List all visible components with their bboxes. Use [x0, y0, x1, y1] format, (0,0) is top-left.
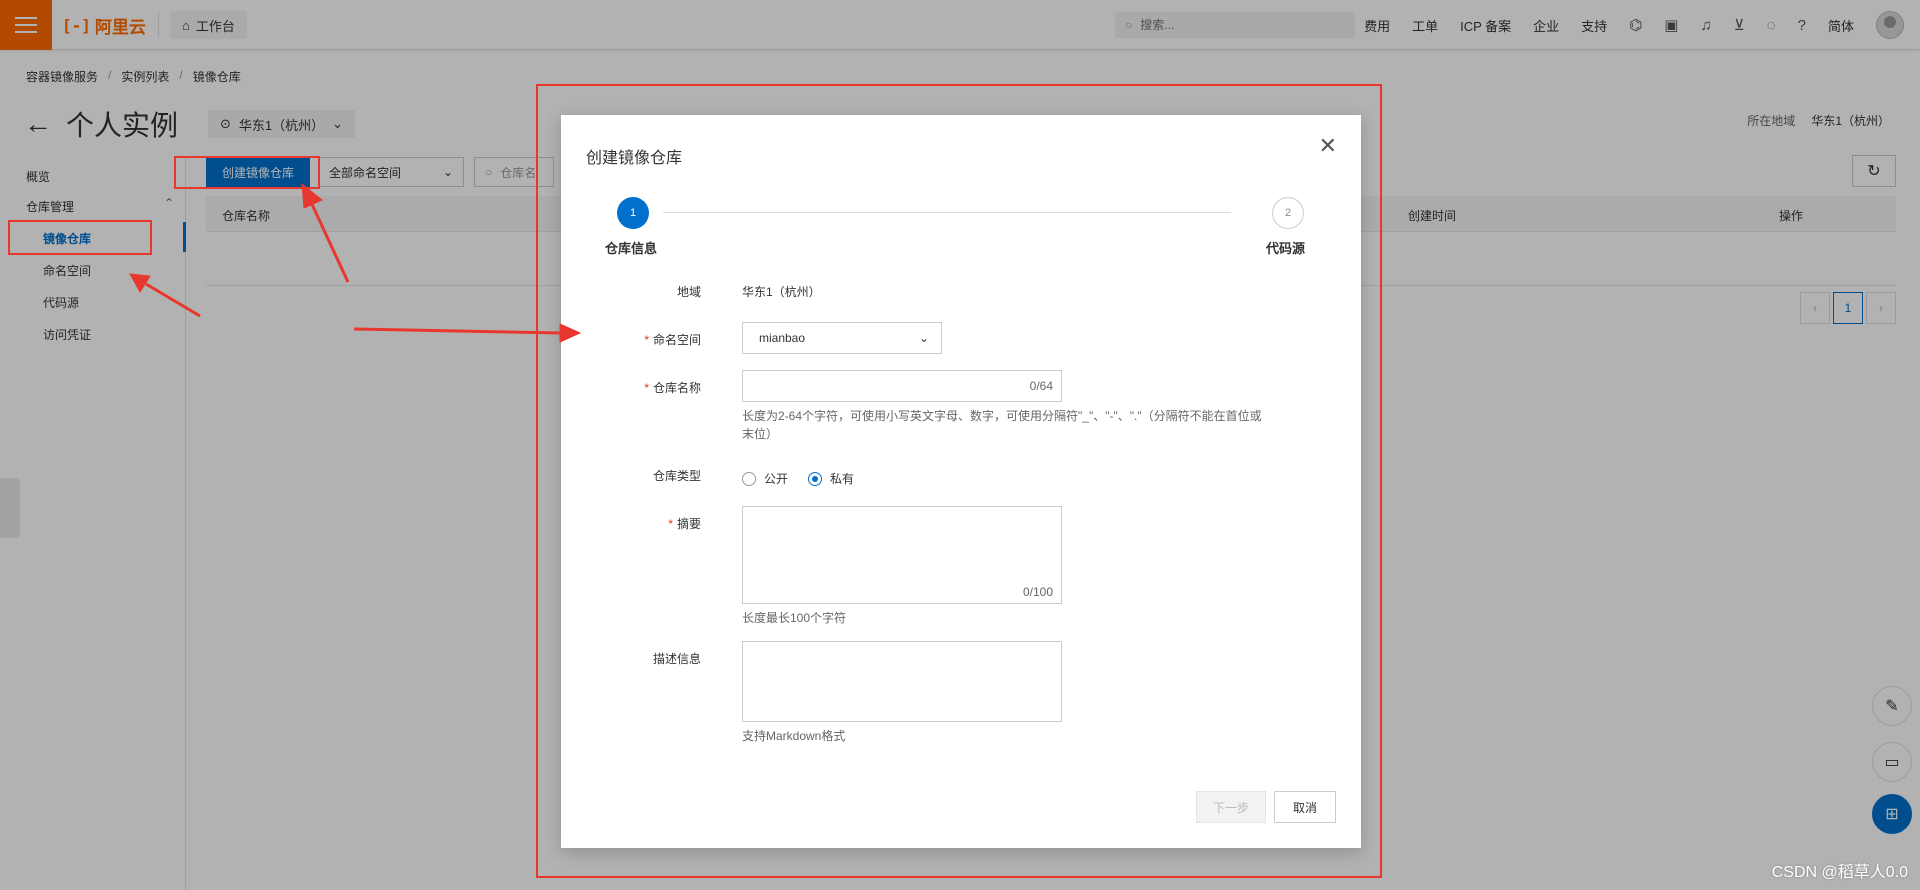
watermark: CSDN @稻草人0.0 — [1771, 864, 1908, 881]
annotation-arrows — [129, 182, 582, 343]
